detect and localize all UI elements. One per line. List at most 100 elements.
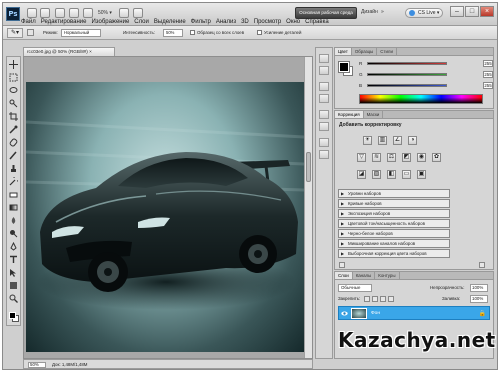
color-spectrum-ramp[interactable]	[359, 94, 483, 104]
tab-masks[interactable]: Маски	[364, 111, 384, 118]
tab-adjustments[interactable]: Коррекция	[335, 111, 364, 118]
brush-tool-icon[interactable]	[9, 151, 18, 160]
tab-paths[interactable]: Контуры	[375, 272, 400, 279]
preset-black-white[interactable]: Черно-белое наборов	[338, 229, 450, 238]
blur-tool-icon[interactable]	[9, 216, 18, 225]
menu-layers[interactable]: Слои	[134, 18, 149, 26]
black-white-icon[interactable]: ◩	[402, 153, 411, 162]
foreground-color-swatch[interactable]	[9, 312, 16, 319]
green-channel-slider[interactable]	[367, 73, 447, 76]
healing-brush-tool-icon[interactable]	[9, 138, 18, 147]
gradient-tool-icon[interactable]	[9, 203, 18, 212]
crop-tool-icon[interactable]	[9, 112, 18, 121]
brightness-contrast-icon[interactable]: ☀	[363, 136, 372, 145]
brushes-panel-icon[interactable]	[319, 110, 329, 119]
clone-stamp-tool-icon[interactable]	[9, 164, 18, 173]
eraser-tool-icon[interactable]	[9, 190, 18, 199]
menu-analysis[interactable]: Анализ	[216, 18, 236, 26]
history-panel-icon[interactable]	[319, 66, 329, 75]
sample-all-layers-checkbox[interactable]	[190, 30, 195, 35]
tab-color[interactable]: Цвет	[335, 48, 352, 55]
type-tool-icon[interactable]	[9, 255, 18, 264]
tab-channels[interactable]: Каналы	[353, 272, 376, 279]
document-tab[interactable]: rcc03e0.jpg @ 50% (RGB/8#) ×	[23, 47, 115, 56]
menu-help[interactable]: Справка	[305, 18, 329, 26]
green-channel-input[interactable]: 255	[483, 71, 493, 78]
cs-live-button[interactable]: CS Live ▾	[405, 8, 443, 18]
hue-saturation-icon[interactable]: ≋	[372, 153, 381, 162]
mini-bridge-icon[interactable]	[40, 8, 50, 18]
character-panel-icon[interactable]	[319, 138, 329, 147]
adjustments-menu-icon[interactable]	[479, 262, 485, 268]
preset-exposure[interactable]: Экспозиция наборов	[338, 209, 450, 218]
lock-transparent-icon[interactable]	[364, 296, 370, 302]
shape-tool-icon[interactable]	[9, 281, 18, 290]
blue-channel-slider[interactable]	[367, 84, 447, 87]
workspace-design-button[interactable]: Дизайн	[361, 9, 378, 15]
menu-view[interactable]: Просмотр	[254, 18, 281, 26]
preset-hue-saturation[interactable]: Цветовой тон/насыщенность наборов	[338, 219, 450, 228]
color-foreground-swatch[interactable]	[338, 61, 350, 73]
intensity-input[interactable]: 50%	[163, 29, 183, 37]
protect-detail-checkbox[interactable]	[257, 30, 262, 35]
exposure-icon[interactable]: ◑	[408, 136, 417, 145]
canvas-photo[interactable]	[26, 82, 304, 352]
blend-mode-select[interactable]: Обычные	[338, 284, 372, 292]
mode-select[interactable]: Нормальный	[61, 29, 101, 37]
clone-source-panel-icon[interactable]	[319, 122, 329, 131]
status-doc-size[interactable]: Док: 1,48M/1,48M	[52, 362, 87, 368]
visibility-eye-icon[interactable]	[341, 310, 348, 317]
selective-color-icon[interactable]: ▣	[417, 170, 426, 179]
menu-select[interactable]: Выделение	[154, 18, 186, 26]
preset-selective-color[interactable]: Выборочная коррекция цвета наборов	[338, 249, 450, 258]
close-button[interactable]: ×	[480, 6, 494, 17]
menu-image[interactable]: Изображение	[91, 18, 129, 26]
rotate-view-icon[interactable]	[83, 8, 93, 18]
channel-mixer-icon[interactable]: ✿	[432, 153, 441, 162]
fill-input[interactable]: 100%	[470, 295, 488, 303]
tab-styles[interactable]: Стили	[377, 48, 397, 55]
workspace-more-button[interactable]: »	[381, 9, 384, 15]
opacity-input[interactable]: 100%	[470, 284, 488, 292]
tab-swatches[interactable]: Образцы	[352, 48, 378, 55]
minimize-button[interactable]: –	[450, 6, 464, 17]
menu-filter[interactable]: Фильтр	[191, 18, 211, 26]
color-balance-icon[interactable]: ⚖	[387, 153, 396, 162]
brush-size-picker[interactable]	[27, 29, 34, 36]
tab-layers[interactable]: Слои	[335, 272, 353, 279]
info-panel-icon[interactable]	[319, 94, 329, 103]
lock-pixels-icon[interactable]	[372, 296, 378, 302]
blue-channel-input[interactable]: 255	[483, 82, 493, 89]
tool-preset-picker[interactable]: ✎▾	[7, 28, 23, 38]
posterize-icon[interactable]: ▨	[372, 170, 381, 179]
move-tool-icon[interactable]	[9, 60, 18, 69]
invert-icon[interactable]: ◪	[357, 170, 366, 179]
arrange-documents-icon[interactable]	[119, 8, 129, 18]
preset-channel-mixer[interactable]: Микширование каналов наборов	[338, 239, 450, 248]
document-vertical-scrollbar[interactable]	[304, 57, 312, 358]
menu-file[interactable]: Файл	[21, 18, 36, 26]
vibrance-icon[interactable]: ▽	[357, 153, 366, 162]
menu-3d[interactable]: 3D	[241, 18, 249, 26]
menu-window[interactable]: Окно	[286, 18, 300, 26]
status-zoom-input[interactable]: 50%	[28, 362, 46, 368]
preset-curves[interactable]: Кривые наборов	[338, 199, 450, 208]
dodge-tool-icon[interactable]	[9, 229, 18, 238]
clip-layer-icon[interactable]	[339, 262, 345, 268]
navigator-panel-icon[interactable]	[319, 82, 329, 91]
levels-icon[interactable]: ▥	[378, 136, 387, 145]
curves-icon[interactable]: ∠	[393, 136, 402, 145]
hand-tool-icon[interactable]	[69, 8, 79, 18]
paragraph-panel-icon[interactable]	[319, 150, 329, 159]
preset-levels[interactable]: Уровни наборов	[338, 189, 450, 198]
red-channel-slider[interactable]	[367, 62, 447, 65]
eyedropper-tool-icon[interactable]	[9, 125, 18, 134]
mini-bridge-panel-icon[interactable]	[319, 54, 329, 63]
lock-all-icon[interactable]	[388, 296, 394, 302]
lasso-tool-icon[interactable]	[9, 86, 18, 95]
bridge-icon[interactable]	[27, 8, 37, 18]
quick-select-tool-icon[interactable]	[9, 99, 18, 108]
threshold-icon[interactable]: ◧	[387, 170, 396, 179]
red-channel-input[interactable]: 255	[483, 60, 493, 67]
zoom-level-dropdown[interactable]: 50% ▾	[98, 9, 114, 18]
